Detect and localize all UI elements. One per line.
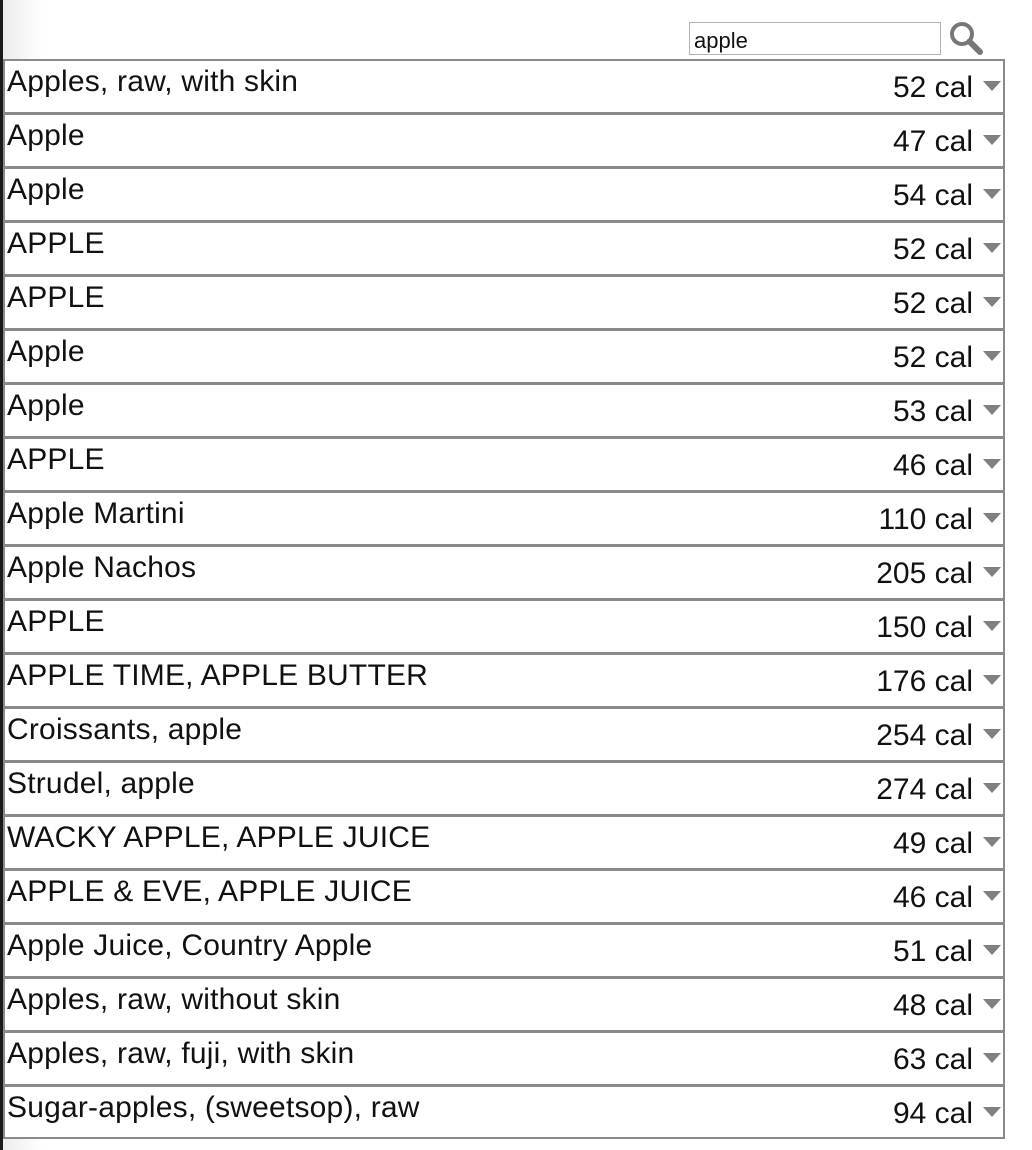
food-row[interactable]: Apple Nachos 205 cal [3, 545, 1005, 599]
calorie-value: 52 cal [892, 71, 973, 104]
food-row[interactable]: WACKY APPLE, APPLE JUICE 49 cal [3, 815, 1005, 869]
food-row[interactable]: Apples, raw, fuji, with skin 63 cal [3, 1031, 1005, 1085]
calorie-value: 205 cal [876, 557, 973, 590]
calorie-value: 254 cal [876, 719, 973, 752]
calorie-value: 94 cal [892, 1097, 973, 1130]
food-name: Apple Martini [7, 497, 185, 530]
calorie-value: 274 cal [876, 773, 973, 806]
food-name: Apple [7, 335, 85, 368]
food-row[interactable]: Croissants, apple 254 cal [3, 707, 1005, 761]
calorie-value: 150 cal [876, 611, 973, 644]
search-input[interactable] [689, 22, 941, 55]
dropdown-arrow-icon[interactable] [983, 513, 1001, 523]
dropdown-arrow-icon[interactable] [983, 81, 1001, 91]
calorie-value: 52 cal [892, 233, 973, 266]
results-list: Apples, raw, with skin 52 cal Apple 47 cal A… [3, 59, 1005, 1139]
dropdown-arrow-icon[interactable] [983, 891, 1001, 901]
calorie-value: 46 cal [892, 881, 973, 914]
food-name: APPLE & EVE, APPLE JUICE [7, 875, 412, 908]
food-row[interactable]: Apple Martini 110 cal [3, 491, 1005, 545]
food-row[interactable]: APPLE TIME, APPLE BUTTER 176 cal [3, 653, 1005, 707]
dropdown-arrow-icon[interactable] [983, 243, 1001, 253]
food-name: Apple [7, 119, 85, 152]
food-row[interactable]: APPLE 52 cal [3, 221, 1005, 275]
calorie-value: 63 cal [892, 1043, 973, 1076]
calorie-value: 52 cal [892, 341, 973, 374]
food-row[interactable]: Apples, raw, with skin 52 cal [3, 59, 1005, 113]
calorie-value: 51 cal [892, 935, 973, 968]
food-name: APPLE [7, 227, 105, 260]
dropdown-arrow-icon[interactable] [983, 1107, 1001, 1117]
dropdown-arrow-icon[interactable] [983, 837, 1001, 847]
food-name: APPLE [7, 605, 105, 638]
food-name: Apples, raw, with skin [7, 65, 299, 98]
calorie-value: 54 cal [892, 179, 973, 212]
food-row[interactable]: Apple 47 cal [3, 113, 1005, 167]
food-name: Apples, raw, without skin [7, 983, 341, 1016]
food-row[interactable]: Apples, raw, without skin 48 cal [3, 977, 1005, 1031]
food-name: Apples, raw, fuji, with skin [7, 1037, 355, 1070]
calorie-value: 52 cal [892, 287, 973, 320]
food-name: APPLE [7, 443, 105, 476]
food-name: APPLE TIME, APPLE BUTTER [7, 659, 429, 692]
food-row[interactable]: APPLE & EVE, APPLE JUICE 46 cal [3, 869, 1005, 923]
food-name: WACKY APPLE, APPLE JUICE [7, 821, 431, 854]
calorie-value: 176 cal [876, 665, 973, 698]
dropdown-arrow-icon[interactable] [983, 783, 1001, 793]
food-row[interactable]: Apple 52 cal [3, 329, 1005, 383]
calorie-value: 47 cal [892, 125, 973, 158]
calorie-value: 48 cal [892, 989, 973, 1022]
food-row[interactable]: APPLE 150 cal [3, 599, 1005, 653]
dropdown-arrow-icon[interactable] [983, 675, 1001, 685]
food-row[interactable]: Strudel, apple 274 cal [3, 761, 1005, 815]
food-row[interactable]: Apple Juice, Country Apple 51 cal [3, 923, 1005, 977]
food-row[interactable]: Apple 54 cal [3, 167, 1005, 221]
food-name: Apple Juice, Country Apple [7, 929, 373, 962]
dropdown-arrow-icon[interactable] [983, 729, 1001, 739]
food-name: Apple Nachos [7, 551, 197, 584]
dropdown-arrow-icon[interactable] [983, 135, 1001, 145]
dropdown-arrow-icon[interactable] [983, 945, 1001, 955]
dropdown-arrow-icon[interactable] [983, 459, 1001, 469]
dropdown-arrow-icon[interactable] [983, 621, 1001, 631]
food-name: Apple [7, 173, 85, 206]
calorie-value: 53 cal [892, 395, 973, 428]
food-search-page: Apples, raw, with skin52 calApple47 calA… [0, 0, 1032, 1150]
food-name: Croissants, apple [7, 713, 243, 746]
calorie-value: 46 cal [892, 449, 973, 482]
food-row[interactable]: APPLE 52 cal [3, 275, 1005, 329]
search-icon [950, 22, 983, 55]
dropdown-arrow-icon[interactable] [983, 297, 1001, 307]
calorie-value: 49 cal [892, 827, 973, 860]
dropdown-arrow-icon[interactable] [983, 1053, 1001, 1063]
food-name: Apple [7, 389, 85, 422]
food-name: Strudel, apple [7, 767, 195, 800]
calorie-value: 110 cal [878, 503, 973, 536]
dropdown-arrow-icon[interactable] [983, 405, 1001, 415]
dropdown-arrow-icon[interactable] [983, 999, 1001, 1009]
food-row[interactable]: APPLE 46 cal [3, 437, 1005, 491]
search-button[interactable] [948, 20, 984, 56]
dropdown-arrow-icon[interactable] [983, 567, 1001, 577]
food-row[interactable]: Sugar-apples, (sweetsop), raw 94 cal [3, 1085, 1005, 1139]
food-name: Sugar-apples, (sweetsop), raw [7, 1091, 420, 1124]
food-name: APPLE [7, 281, 105, 314]
dropdown-arrow-icon[interactable] [983, 189, 1001, 199]
food-row[interactable]: Apple 53 cal [3, 383, 1005, 437]
dropdown-arrow-icon[interactable] [983, 351, 1001, 361]
